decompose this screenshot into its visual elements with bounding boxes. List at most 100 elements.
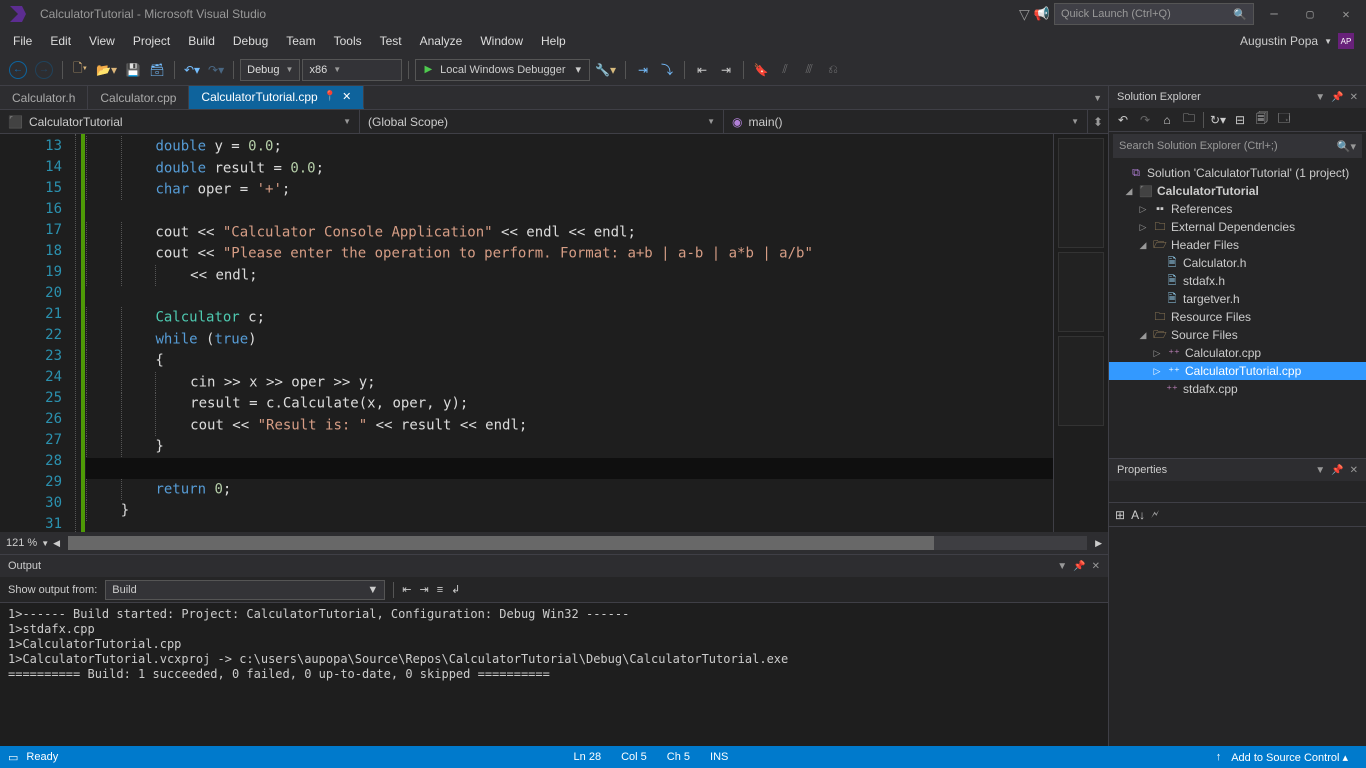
close-button[interactable]: ✕: [1330, 3, 1362, 25]
se-pin-icon[interactable]: 📌: [1331, 92, 1343, 103]
user-name[interactable]: Augustin Popa: [1240, 34, 1318, 48]
horizontal-scrollbar[interactable]: [68, 536, 1087, 550]
notification-icon[interactable]: ▽: [1019, 6, 1030, 23]
panel-pin-icon[interactable]: 📌: [1073, 561, 1085, 572]
prop-dropdown-icon[interactable]: ▼: [1315, 465, 1325, 476]
quick-launch-input[interactable]: Quick Launch (Ctrl+Q) 🔍: [1054, 3, 1254, 25]
prop-alpha-icon[interactable]: A↓: [1131, 508, 1145, 522]
toggle-icon[interactable]: ⎌: [822, 59, 844, 81]
output-wrap-icon[interactable]: ↲: [451, 583, 460, 596]
tab-calculator-cpp[interactable]: Calculator.cpp: [88, 86, 189, 109]
add-source-control[interactable]: Add to Source Control ▴: [1221, 751, 1358, 764]
prop-events-icon[interactable]: 🗲: [1151, 507, 1159, 522]
solution-explorer-search[interactable]: Search Solution Explorer (Ctrl+;) 🔍▾: [1113, 134, 1362, 158]
menu-debug[interactable]: Debug: [224, 30, 277, 52]
menu-analyze[interactable]: Analyze: [411, 30, 472, 52]
output-prev-icon[interactable]: ⇤: [402, 583, 411, 596]
user-dropdown-arrow[interactable]: ▼: [1324, 37, 1332, 46]
save-button[interactable]: 💾: [122, 59, 144, 81]
start-debugging-button[interactable]: ▶Local Windows Debugger▾: [415, 59, 590, 81]
scope-combo[interactable]: (Global Scope)▼: [360, 110, 724, 133]
references-node[interactable]: ▷▪▪References: [1109, 200, 1366, 218]
menu-tools[interactable]: Tools: [325, 30, 371, 52]
bookmark-icon[interactable]: 🔖: [750, 59, 772, 81]
comment-icon[interactable]: ⫽: [774, 59, 796, 81]
prop-categorized-icon[interactable]: ⊞: [1115, 508, 1125, 522]
scroll-left-arrow[interactable]: ◀: [53, 538, 60, 549]
tree-file[interactable]: 🗎targetver.h: [1109, 290, 1366, 308]
feedback-icon[interactable]: 📢: [1034, 6, 1050, 22]
se-dropdown-icon[interactable]: ▼: [1315, 92, 1325, 103]
indent-more-icon[interactable]: ⇥: [715, 59, 737, 81]
menu-project[interactable]: Project: [124, 30, 179, 52]
output-next-icon[interactable]: ⇥: [420, 583, 429, 596]
undo-button[interactable]: ↶▾: [181, 59, 203, 81]
menu-window[interactable]: Window: [471, 30, 532, 52]
nav-fwd-button[interactable]: →: [32, 59, 56, 81]
panel-dropdown-icon[interactable]: ▼: [1057, 561, 1067, 572]
tree-file[interactable]: 🗎Calculator.h: [1109, 254, 1366, 272]
resource-files-node[interactable]: 🗀Resource Files: [1109, 308, 1366, 326]
platform-dropdown[interactable]: x86▼: [302, 59, 402, 81]
debug-target-button[interactable]: 🔧▾: [592, 59, 619, 81]
tab-overflow-icon[interactable]: ▼: [1093, 93, 1102, 103]
menu-team[interactable]: Team: [277, 30, 324, 52]
se-properties-icon[interactable]: 🗔: [1276, 112, 1292, 128]
function-combo[interactable]: ◉main()▼: [724, 110, 1088, 133]
step-into-icon[interactable]: ⇥: [632, 59, 654, 81]
uncomment-icon[interactable]: ⫻: [798, 59, 820, 81]
menu-build[interactable]: Build: [179, 30, 224, 52]
tab-calculatortutorial-cpp[interactable]: CalculatorTutorial.cpp📍✕: [189, 86, 364, 109]
tree-file[interactable]: ▷⁺⁺Calculator.cpp: [1109, 344, 1366, 362]
status-ins[interactable]: INS: [700, 751, 738, 763]
tree-file[interactable]: 🗎stdafx.h: [1109, 272, 1366, 290]
maximize-button[interactable]: ▢: [1294, 3, 1326, 25]
menu-test[interactable]: Test: [371, 30, 411, 52]
menu-help[interactable]: Help: [532, 30, 575, 52]
output-source-dropdown[interactable]: Build▼: [105, 580, 385, 600]
project-node[interactable]: ◢⬛CalculatorTutorial: [1109, 182, 1366, 200]
tab-pin-icon[interactable]: 📍: [324, 91, 336, 102]
code-editor[interactable]: 13141516171819202122232425262728293031 d…: [0, 134, 1108, 532]
header-files-node[interactable]: ◢🗁Header Files: [1109, 236, 1366, 254]
solution-explorer-header[interactable]: Solution Explorer ▼📌✕: [1109, 86, 1366, 108]
configuration-dropdown[interactable]: Debug▼: [240, 59, 300, 81]
code-view[interactable]: double y = 0.0; double result = 0.0; cha…: [86, 134, 1053, 532]
output-text[interactable]: 1>------ Build started: Project: Calcula…: [0, 603, 1108, 746]
solution-node[interactable]: ⧉Solution 'CalculatorTutorial' (1 projec…: [1109, 164, 1366, 182]
zoom-level[interactable]: 121 %: [6, 537, 37, 549]
user-avatar[interactable]: AP: [1338, 33, 1354, 49]
minimap[interactable]: [1053, 134, 1108, 532]
properties-header[interactable]: Properties ▼📌✕: [1109, 459, 1366, 481]
save-all-button[interactable]: 🗃: [146, 59, 168, 81]
nav-back-button[interactable]: ←: [6, 59, 30, 81]
external-deps-node[interactable]: ▷🗀External Dependencies: [1109, 218, 1366, 236]
prop-close-icon[interactable]: ✕: [1350, 465, 1358, 476]
step-over-icon[interactable]: ⤵: [656, 59, 678, 81]
se-showall-icon[interactable]: 🗐: [1254, 112, 1270, 128]
redo-button[interactable]: ↷▾: [205, 59, 227, 81]
se-refresh-icon[interactable]: ↻▾: [1210, 112, 1226, 128]
tab-close-icon[interactable]: ✕: [342, 90, 351, 103]
status-line[interactable]: Ln 28: [564, 751, 612, 763]
panel-close-icon[interactable]: ✕: [1092, 561, 1100, 572]
output-header[interactable]: Output ▼📌✕: [0, 555, 1108, 577]
solution-tree[interactable]: ⧉Solution 'CalculatorTutorial' (1 projec…: [1109, 160, 1366, 458]
project-combo[interactable]: ⬛CalculatorTutorial▼: [0, 110, 360, 133]
zoom-dropdown-arrow[interactable]: ▼: [41, 539, 49, 548]
se-home-icon[interactable]: ⌂: [1159, 112, 1175, 128]
status-col[interactable]: Col 5: [611, 751, 657, 763]
menu-file[interactable]: File: [4, 30, 41, 52]
scroll-right-arrow[interactable]: ▶: [1095, 538, 1102, 549]
output-clear-icon[interactable]: ≡: [437, 584, 443, 596]
se-fwd-icon[interactable]: ↷: [1137, 112, 1153, 128]
se-collapse-icon[interactable]: ⊟: [1232, 112, 1248, 128]
menu-edit[interactable]: Edit: [41, 30, 80, 52]
prop-pin-icon[interactable]: 📌: [1331, 465, 1343, 476]
se-close-icon[interactable]: ✕: [1350, 92, 1358, 103]
indent-less-icon[interactable]: ⇤: [691, 59, 713, 81]
tree-file-selected[interactable]: ▷⁺⁺CalculatorTutorial.cpp: [1109, 362, 1366, 380]
minimize-button[interactable]: ─: [1258, 3, 1290, 25]
menu-view[interactable]: View: [80, 30, 124, 52]
tab-calculator-h[interactable]: Calculator.h: [0, 86, 88, 109]
